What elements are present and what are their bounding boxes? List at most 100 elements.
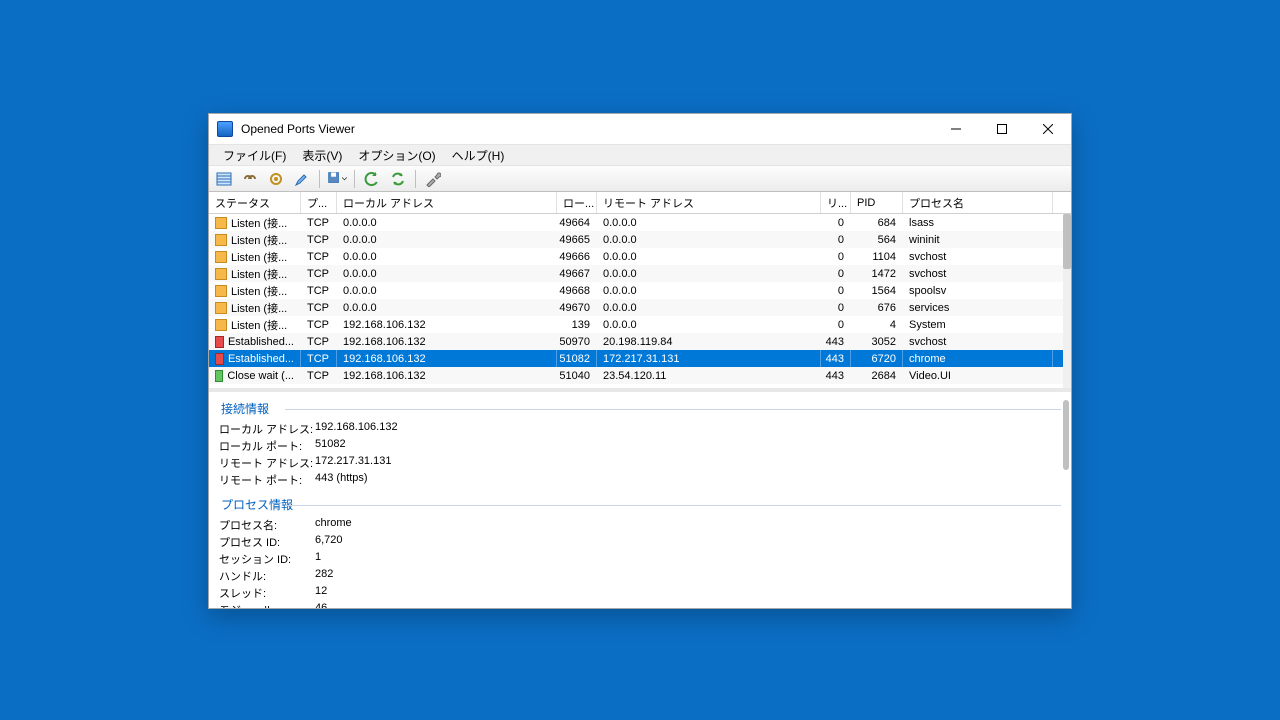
tool-settings-icon[interactable] <box>422 168 444 190</box>
toolbar-separator <box>319 170 320 188</box>
detail-key: ハンドル: <box>219 568 315 584</box>
cell-local-port: 139 <box>557 316 597 333</box>
minimize-button[interactable] <box>933 114 979 144</box>
cell-local-address: 0.0.0.0 <box>337 299 557 316</box>
cell-process-name: Video.UI <box>903 367 1053 384</box>
col-status[interactable]: ステータス <box>209 192 301 213</box>
section-process-info: プロセス情報 <box>221 496 1061 513</box>
cell-local-address: 192.168.106.132 <box>337 367 557 384</box>
status-icon <box>215 353 224 365</box>
detail-row: モジュール:46 <box>219 602 1061 608</box>
table-row[interactable]: Listen (接...TCP0.0.0.0496670.0.0.001472s… <box>209 265 1063 282</box>
detail-value: 46 <box>315 602 327 608</box>
status-text: Close wait (... <box>227 370 294 382</box>
col-local-address[interactable]: ローカル アドレス <box>337 192 557 213</box>
status-icon <box>215 217 227 229</box>
vertical-scrollbar[interactable] <box>1063 214 1071 388</box>
table-row[interactable]: Listen (接...TCP0.0.0.0496680.0.0.001564s… <box>209 282 1063 299</box>
detail-row: ローカル ポート:51082 <box>219 438 1061 454</box>
status-text: Listen (接... <box>231 266 287 282</box>
tool-list-icon[interactable] <box>213 168 235 190</box>
col-pid[interactable]: PID <box>851 192 903 213</box>
tool-highlight-icon[interactable] <box>291 168 313 190</box>
detail-row: スレッド:12 <box>219 585 1061 601</box>
detail-value: 192.168.106.132 <box>315 421 398 437</box>
detail-key: スレッド: <box>219 585 315 601</box>
menu-file[interactable]: ファイル(F) <box>215 145 294 166</box>
menu-help[interactable]: ヘルプ(H) <box>444 145 513 166</box>
cell-process-name: spoolsv <box>903 282 1053 299</box>
cell-protocol: TCP <box>301 231 337 248</box>
table-row[interactable]: Listen (接...TCP0.0.0.0496650.0.0.00564wi… <box>209 231 1063 248</box>
details-pane: 接続情報 ローカル アドレス:192.168.106.132ローカル ポート:5… <box>209 392 1071 608</box>
cell-process-name: chrome <box>903 350 1053 367</box>
detail-value: 6,720 <box>315 534 343 550</box>
status-icon <box>215 370 223 382</box>
tool-refresh-icon[interactable] <box>361 168 383 190</box>
close-button[interactable] <box>1025 114 1071 144</box>
cell-local-port: 51082 <box>557 350 597 367</box>
detail-value: 282 <box>315 568 333 584</box>
cell-local-port: 49665 <box>557 231 597 248</box>
menu-options[interactable]: オプション(O) <box>350 145 443 166</box>
listview-header[interactable]: ステータス プ... ローカル アドレス ロー... リモート アドレス リ..… <box>209 192 1071 214</box>
cell-remote-address: 20.198.119.84 <box>597 333 821 350</box>
detail-key: リモート アドレス: <box>219 455 315 471</box>
status-text: Listen (接... <box>231 300 287 316</box>
col-local-port[interactable]: ロー... <box>557 192 597 213</box>
scrollbar-thumb[interactable] <box>1063 400 1069 470</box>
detail-value: 51082 <box>315 438 346 454</box>
col-protocol[interactable]: プ... <box>301 192 337 213</box>
table-row[interactable]: Established...TCP192.168.106.13251082172… <box>209 350 1063 367</box>
status-text: Listen (接... <box>231 317 287 333</box>
detail-key: プロセス名: <box>219 517 315 533</box>
status-icon <box>215 285 227 297</box>
table-row[interactable]: Listen (接...TCP0.0.0.0496660.0.0.001104s… <box>209 248 1063 265</box>
cell-remote-address: 0.0.0.0 <box>597 316 821 333</box>
detail-row: リモート ポート:443 (https) <box>219 472 1061 488</box>
table-row[interactable]: Close wait (...TCP192.168.106.1325104023… <box>209 367 1063 384</box>
col-remote-address[interactable]: リモート アドレス <box>597 192 821 213</box>
maximize-button[interactable] <box>979 114 1025 144</box>
col-remote-port[interactable]: リ... <box>821 192 851 213</box>
menu-view[interactable]: 表示(V) <box>294 145 350 166</box>
cell-protocol: TCP <box>301 367 337 384</box>
status-icon <box>215 234 227 246</box>
scrollbar-thumb[interactable] <box>1063 214 1071 269</box>
cell-remote-port: 443 <box>821 350 851 367</box>
status-text: Listen (接... <box>231 249 287 265</box>
cell-remote-port: 0 <box>821 299 851 316</box>
cell-local-port: 49670 <box>557 299 597 316</box>
tool-autorefresh-icon[interactable] <box>387 168 409 190</box>
cell-remote-port: 0 <box>821 282 851 299</box>
table-row[interactable]: Listen (接...TCP0.0.0.0496700.0.0.00676se… <box>209 299 1063 316</box>
titlebar[interactable]: Opened Ports Viewer <box>209 114 1071 144</box>
table-row[interactable]: Listen (接...TCP192.168.106.1321390.0.0.0… <box>209 316 1063 333</box>
col-process-name[interactable]: プロセス名 <box>903 192 1053 213</box>
table-row[interactable]: Established...TCP192.168.106.1325097020.… <box>209 333 1063 350</box>
table-row[interactable]: Listen (接...TCP0.0.0.0496640.0.0.00684ls… <box>209 214 1063 231</box>
listview-body[interactable]: Listen (接...TCP0.0.0.0496640.0.0.00684ls… <box>209 214 1063 388</box>
tool-process-icon[interactable] <box>265 168 287 190</box>
cell-local-address: 0.0.0.0 <box>337 265 557 282</box>
detail-row: ローカル アドレス:192.168.106.132 <box>219 421 1061 437</box>
tool-link-icon[interactable] <box>239 168 261 190</box>
tool-save-icon[interactable] <box>326 168 348 190</box>
cell-local-address: 0.0.0.0 <box>337 248 557 265</box>
cell-process-name: svchost <box>903 248 1053 265</box>
details-scrollbar[interactable] <box>1063 400 1069 608</box>
cell-protocol: TCP <box>301 316 337 333</box>
detail-value: 443 (https) <box>315 472 368 488</box>
cell-remote-address: 23.54.120.11 <box>597 367 821 384</box>
cell-remote-address: 0.0.0.0 <box>597 248 821 265</box>
ports-listview[interactable]: ステータス プ... ローカル アドレス ロー... リモート アドレス リ..… <box>209 192 1071 388</box>
cell-local-address: 0.0.0.0 <box>337 282 557 299</box>
window-title: Opened Ports Viewer <box>241 122 933 136</box>
cell-process-name: svchost <box>903 265 1053 282</box>
menubar: ファイル(F) 表示(V) オプション(O) ヘルプ(H) <box>209 144 1071 166</box>
cell-pid: 1564 <box>851 282 903 299</box>
detail-row: プロセス ID:6,720 <box>219 534 1061 550</box>
cell-process-name: System <box>903 316 1053 333</box>
cell-local-address: 0.0.0.0 <box>337 231 557 248</box>
cell-remote-port: 0 <box>821 316 851 333</box>
